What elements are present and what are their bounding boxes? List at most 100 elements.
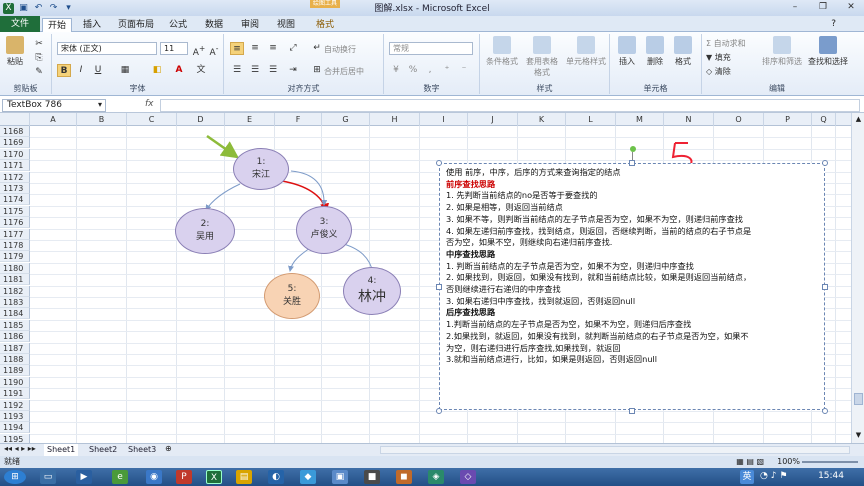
tree-node-2[interactable]: 2: 吴用 (175, 208, 235, 254)
clear-button[interactable]: ◇ 清除 (706, 66, 731, 77)
conditional-format-button[interactable]: 条件格式 (484, 36, 520, 67)
autosum-button[interactable]: Σ 自动求和 (706, 38, 746, 49)
insert-function-button[interactable]: fx (145, 99, 159, 109)
restore-icon[interactable]: ❐ (814, 1, 832, 13)
resize-handle-tm[interactable] (629, 160, 635, 166)
align-middle-icon[interactable]: ≡ (248, 42, 262, 55)
horizontal-scrollbar[interactable] (380, 446, 850, 454)
align-left-icon[interactable]: ☰ (230, 64, 244, 77)
align-right-icon[interactable]: ☰ (266, 64, 280, 77)
cut-icon[interactable]: ✂ (32, 38, 46, 51)
resize-handle-br[interactable] (822, 408, 828, 414)
tab-insert[interactable]: 插入 (78, 18, 106, 32)
wrap-text-icon[interactable]: ↵ (310, 42, 324, 55)
paste-button[interactable]: 粘贴 (4, 36, 26, 67)
tree-node-4[interactable]: 4: 林冲 (343, 267, 401, 315)
zoom-level[interactable]: 100% (777, 456, 800, 468)
align-center-icon[interactable]: ☰ (248, 64, 262, 77)
resize-handle-tl[interactable] (436, 160, 442, 166)
formula-input[interactable] (160, 99, 860, 112)
media-player-icon[interactable]: ▶ (76, 470, 92, 484)
folder-icon[interactable]: ▤ (236, 470, 252, 484)
indent-icon[interactable]: ⇥ (286, 64, 300, 77)
sheet-tab-3[interactable]: Sheet3 (125, 444, 159, 456)
increase-decimal-icon[interactable]: ⁺ (440, 64, 454, 77)
resize-handle-ml[interactable] (436, 284, 442, 290)
scroll-down-icon[interactable]: ▼ (854, 431, 863, 440)
format-painter-icon[interactable]: ✎ (32, 66, 46, 79)
help-icon[interactable]: ? (831, 19, 836, 29)
tab-review[interactable]: 审阅 (236, 18, 264, 32)
resize-handle-mr[interactable] (822, 284, 828, 290)
app-icon-4[interactable]: ▣ (332, 470, 348, 484)
format-as-table-button[interactable]: 套用表格格式 (524, 36, 560, 78)
ime-indicator[interactable]: 英 (740, 470, 754, 484)
browser-icon[interactable]: e (112, 470, 128, 484)
app-icon-5[interactable]: ■ (364, 470, 380, 484)
resize-handle-bl[interactable] (436, 408, 442, 414)
sort-filter-button[interactable]: 排序和筛选 (762, 36, 802, 67)
vertical-scrollbar[interactable]: ▲ ▼ (851, 113, 864, 443)
merge-icon[interactable]: ⊞ (310, 64, 324, 77)
font-size-select[interactable]: 11 (160, 42, 188, 55)
name-box-dropdown-icon[interactable]: ▾ (98, 100, 102, 109)
start-button-icon[interactable]: ⊞ (4, 470, 26, 484)
minimize-icon[interactable]: – (786, 1, 804, 13)
sheet-tab-2[interactable]: Sheet2 (86, 444, 120, 456)
tab-data[interactable]: 数据 (200, 18, 228, 32)
view-buttons[interactable]: ▦ ▤ ▧ (736, 456, 764, 468)
worksheet-grid[interactable]: ABCDEFGHIJKLMNOPQ 1168 1169 1170 1171 1172 11… (0, 113, 851, 443)
sheet-nav-icon[interactable]: ◂◂ ◂ ▸ ▸▸ (4, 444, 36, 453)
borders-icon[interactable]: ▦ (118, 64, 132, 77)
italic-button[interactable]: I (74, 64, 88, 77)
tab-format[interactable]: 格式 (310, 18, 340, 32)
font-color-icon[interactable]: A (172, 64, 186, 77)
selected-textbox[interactable]: 使用 前序，中序，后序的方式来查询指定的结点 前序查找思路 1. 先判断当前结点的n… (439, 163, 825, 410)
tree-node-3[interactable]: 3: 卢俊义 (296, 206, 352, 254)
underline-button[interactable]: U (91, 64, 105, 77)
align-top-icon[interactable]: ≡ (230, 42, 244, 55)
app-icon-3[interactable]: ◆ (300, 470, 316, 484)
tab-file[interactable]: 文件 (0, 16, 40, 32)
cell-styles-button[interactable]: 单元格样式 (564, 36, 608, 67)
format-cells-button[interactable]: 格式 (670, 36, 696, 67)
app-icon-2[interactable]: ◐ (268, 470, 284, 484)
find-select-button[interactable]: 查找和选择 (806, 36, 850, 67)
tray-icons[interactable]: ◔ ♪ ⚑ (760, 471, 787, 481)
sheet-tab-1[interactable]: Sheet1 (44, 444, 79, 456)
app-icon-1[interactable]: ◉ (146, 470, 162, 484)
insert-cells-button[interactable]: 插入 (614, 36, 640, 67)
scroll-thumb[interactable] (854, 393, 863, 405)
merge-center-button[interactable]: 合并后居中 (324, 66, 364, 77)
phonetic-icon[interactable]: 文 (194, 64, 208, 77)
font-name-select[interactable]: 宋体 (正文) (57, 42, 157, 55)
bold-button[interactable]: B (57, 64, 71, 77)
grow-font-icon[interactable]: A+ (192, 42, 206, 58)
delete-cells-button[interactable]: 删除 (642, 36, 668, 67)
currency-icon[interactable]: ¥ (389, 64, 403, 77)
fill-color-icon[interactable]: ◧ (150, 64, 164, 77)
tree-node-5[interactable]: 5: 关胜 (264, 273, 320, 319)
explorer-icon[interactable]: ▭ (40, 470, 56, 484)
powerpoint-icon[interactable]: P (176, 470, 192, 484)
close-icon[interactable]: ✕ (842, 1, 860, 13)
number-format-select[interactable]: 常规 (389, 42, 473, 55)
resize-handle-bm[interactable] (629, 408, 635, 414)
name-box[interactable]: TextBox 786 (2, 99, 106, 112)
resize-handle-tr[interactable] (822, 160, 828, 166)
app-icon-6[interactable]: ◼ (396, 470, 412, 484)
tree-node-1[interactable]: 1: 宋江 (233, 148, 289, 190)
new-sheet-icon[interactable]: ⊕ (165, 444, 172, 453)
zoom-slider[interactable] (802, 461, 858, 463)
rotate-handle[interactable] (630, 146, 636, 152)
percent-icon[interactable]: % (406, 64, 420, 77)
shrink-font-icon[interactable]: A- (207, 42, 221, 58)
wrap-text-button[interactable]: 自动换行 (324, 44, 356, 55)
decrease-decimal-icon[interactable]: ⁻ (457, 64, 471, 77)
tab-formulas[interactable]: 公式 (164, 18, 192, 32)
copy-icon[interactable]: ⎘ (32, 52, 46, 65)
fill-button[interactable]: ▼ 填充 (706, 52, 731, 63)
scroll-up-icon[interactable]: ▲ (854, 115, 863, 124)
tab-view[interactable]: 视图 (272, 18, 300, 32)
align-bottom-icon[interactable]: ≡ (266, 42, 280, 55)
